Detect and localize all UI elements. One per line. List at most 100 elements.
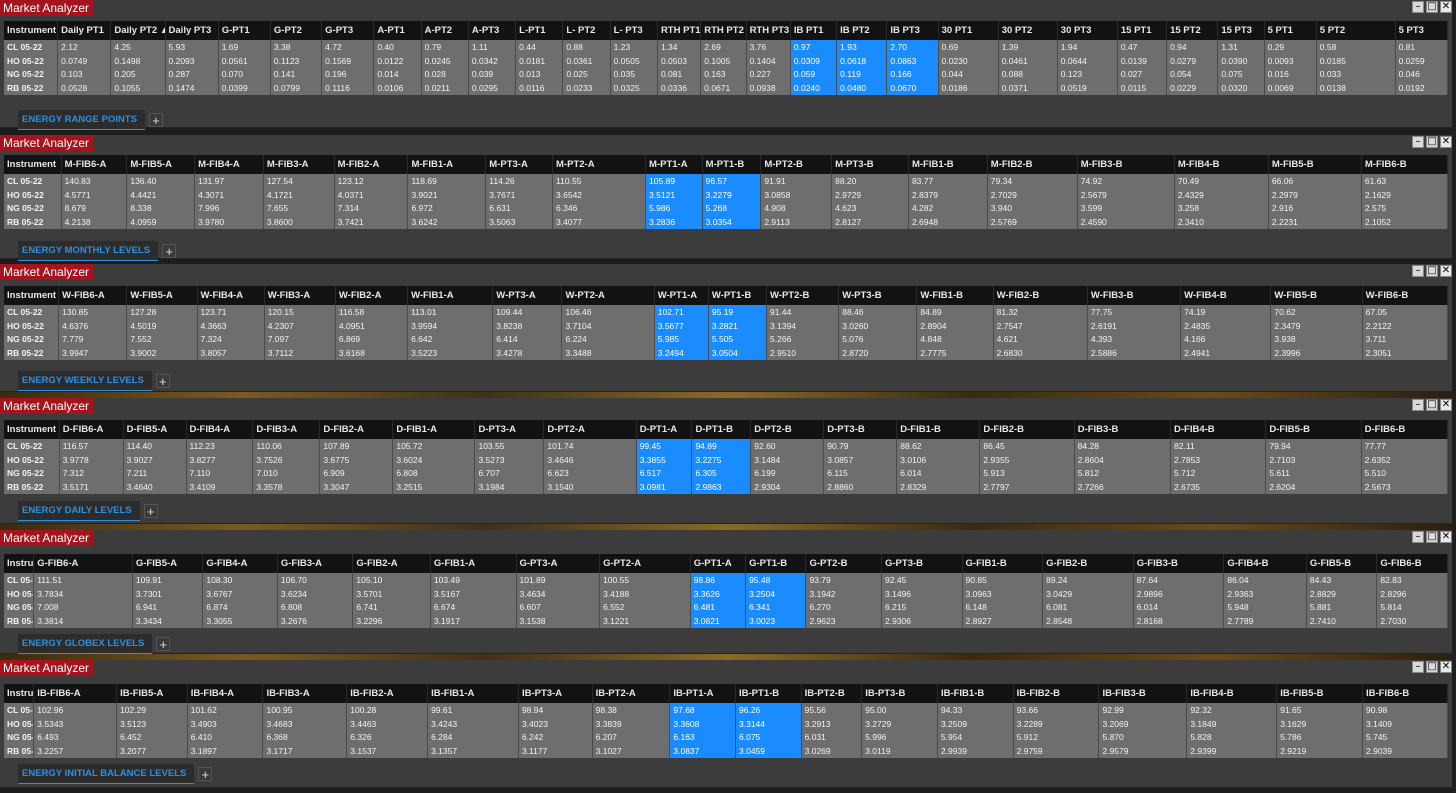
value-cell[interactable]: 3.4640 (124, 481, 186, 495)
value-cell[interactable]: 0.0211 (422, 82, 468, 96)
column-header-w-fib2-b[interactable]: W-FIB2-B (994, 286, 1088, 305)
value-cell[interactable]: 3.1177 (519, 745, 592, 759)
value-cell[interactable]: 6.874 (203, 601, 277, 615)
minimize-button[interactable]: – (1412, 661, 1424, 673)
value-cell[interactable]: 5.912 (1014, 731, 1099, 745)
column-header-ib-fib4-a[interactable]: IB-FIB4-A (188, 684, 264, 703)
column-header-g-fib5-b[interactable]: G-FIB5-B (1307, 554, 1378, 573)
value-cell[interactable]: 1.69 (219, 41, 270, 55)
value-cell[interactable]: 3.9002 (127, 347, 196, 361)
value-cell[interactable]: 120.15 (265, 306, 335, 320)
value-cell[interactable]: 3.2504 (746, 588, 805, 602)
instrument-cell[interactable]: NG 05-22 (4, 68, 57, 82)
column-header-m-pt3-a[interactable]: M-PT3-A (486, 155, 554, 174)
column-header-d-fib6-b[interactable]: D-FIB6-B (1362, 420, 1448, 439)
value-cell[interactable]: 4.621 (994, 333, 1087, 347)
column-header-ib-fib1-a[interactable]: IB-FIB1-A (428, 684, 519, 703)
value-cell[interactable]: 2.8860 (824, 481, 896, 495)
value-cell[interactable]: 0.070 (219, 68, 270, 82)
value-cell[interactable]: 4.0371 (335, 189, 408, 203)
value-cell[interactable]: 2.9759 (1014, 745, 1099, 759)
column-header-w-fib4-a[interactable]: W-FIB4-A (198, 286, 265, 305)
column-header-w-pt2-a[interactable]: W-PT2-A (562, 286, 655, 305)
column-header-w-fib5-a[interactable]: W-FIB5-A (127, 286, 198, 305)
column-header-ib-fib6-a[interactable]: IB-FIB6-A (34, 684, 118, 703)
value-cell[interactable]: 3.1409 (1363, 718, 1447, 732)
value-cell[interactable]: 0.205 (111, 68, 164, 82)
value-cell[interactable]: 90.98 (1363, 704, 1447, 718)
value-cell[interactable]: 4.393 (1088, 333, 1180, 347)
value-cell[interactable]: 4.2138 (62, 216, 127, 230)
column-header-5-pt2[interactable]: 5 PT2 (1317, 21, 1396, 40)
value-cell[interactable]: 3.4683 (263, 718, 346, 732)
value-cell[interactable]: 100.95 (263, 704, 346, 718)
column-header-d-pt1-a[interactable]: D-PT1-A (637, 420, 693, 439)
value-cell[interactable]: 3.2821 (709, 320, 766, 334)
close-button[interactable]: ✕ (1440, 136, 1452, 148)
value-cell[interactable]: 0.0371 (999, 82, 1057, 96)
value-cell[interactable]: 2.8720 (839, 347, 916, 361)
value-cell[interactable]: 6.410 (188, 731, 263, 745)
panel-title[interactable]: Market Analyzer (0, 264, 94, 280)
value-cell[interactable]: 95.19 (709, 306, 766, 320)
value-cell[interactable]: 5.828 (1187, 731, 1276, 745)
instrument-cell[interactable]: HO 05-22 (4, 189, 61, 203)
value-cell[interactable]: 6.707 (475, 467, 543, 481)
minimize-button[interactable]: – (1412, 1, 1424, 13)
value-cell[interactable]: 2.9863 (692, 481, 750, 495)
value-cell[interactable]: 2.8604 (1075, 454, 1170, 468)
value-cell[interactable]: 7.314 (335, 202, 408, 216)
column-header-ib-fib3-a[interactable]: IB-FIB3-A (263, 684, 348, 703)
minimize-button[interactable]: – (1412, 136, 1424, 148)
value-cell[interactable]: 7.110 (187, 467, 253, 481)
value-cell[interactable]: 0.0115 (1118, 82, 1166, 96)
value-cell[interactable]: 102.29 (117, 704, 187, 718)
value-cell[interactable]: 3.5171 (60, 481, 123, 495)
value-cell[interactable]: 6.941 (133, 601, 202, 615)
column-header-w-pt1-a[interactable]: W-PT1-A (655, 286, 709, 305)
column-header-d-fib3-b[interactable]: D-FIB3-B (1075, 420, 1172, 439)
value-cell[interactable]: 3.4243 (428, 718, 518, 732)
value-cell[interactable]: 3.6024 (393, 454, 474, 468)
instrument-cell[interactable]: RB 05-22 (4, 481, 59, 495)
value-cell[interactable]: 0.0116 (516, 82, 562, 96)
panel-title[interactable]: Market Analyzer (0, 135, 94, 151)
value-cell[interactable]: 0.79 (422, 41, 468, 55)
value-cell[interactable]: 0.0259 (1396, 55, 1447, 69)
value-cell[interactable]: 3.0981 (637, 481, 692, 495)
value-cell[interactable]: 99.45 (637, 440, 692, 454)
column-header-ib-pt1[interactable]: IB PT1 (791, 21, 838, 40)
value-cell[interactable]: 3.599 (1078, 202, 1174, 216)
value-cell[interactable]: 2.9355 (980, 454, 1073, 468)
value-cell[interactable]: 3.6542 (553, 189, 645, 203)
column-header-daily-pt2[interactable]: Daily PT2 ▲ (111, 21, 166, 40)
value-cell[interactable]: 0.88 (563, 41, 609, 55)
value-cell[interactable]: 3.1540 (544, 481, 635, 495)
value-cell[interactable]: 7.097 (265, 333, 335, 347)
value-cell[interactable]: 2.8379 (909, 189, 987, 203)
value-cell[interactable]: 6.326 (347, 731, 427, 745)
close-button[interactable]: ✕ (1440, 399, 1452, 411)
column-header-g-fib4-b[interactable]: G-FIB4-B (1224, 554, 1307, 573)
value-cell[interactable]: 6.207 (593, 731, 670, 745)
value-cell[interactable]: 0.141 (271, 68, 321, 82)
value-cell[interactable]: 6.909 (320, 467, 392, 481)
value-cell[interactable]: 91.91 (761, 175, 831, 189)
value-cell[interactable]: 6.199 (751, 467, 823, 481)
value-cell[interactable]: 3.4646 (544, 454, 635, 468)
value-cell[interactable]: 102.71 (655, 306, 708, 320)
value-cell[interactable]: 0.94 (1167, 41, 1217, 55)
value-cell[interactable]: 2.6948 (909, 216, 987, 230)
column-header-d-fib1-a[interactable]: D-FIB1-A (393, 420, 476, 439)
value-cell[interactable]: 3.4109 (187, 481, 253, 495)
value-cell[interactable]: 3.1538 (517, 615, 600, 629)
instrument-cell[interactable]: NG 05-22 (4, 202, 61, 216)
column-header-d-fib1-b[interactable]: D-FIB1-B (897, 420, 981, 439)
column-header-w-fib6-b[interactable]: W-FIB6-B (1363, 286, 1448, 305)
column-header-w-pt3-a[interactable]: W-PT3-A (493, 286, 563, 305)
column-header-m-fib3-b[interactable]: M-FIB3-B (1078, 155, 1175, 174)
column-header-m-pt1-a[interactable]: M-PT1-A (646, 155, 703, 174)
value-cell[interactable]: 0.035 (611, 68, 657, 82)
value-cell[interactable]: 3.76 (747, 41, 790, 55)
value-cell[interactable]: 2.1052 (1362, 216, 1447, 230)
